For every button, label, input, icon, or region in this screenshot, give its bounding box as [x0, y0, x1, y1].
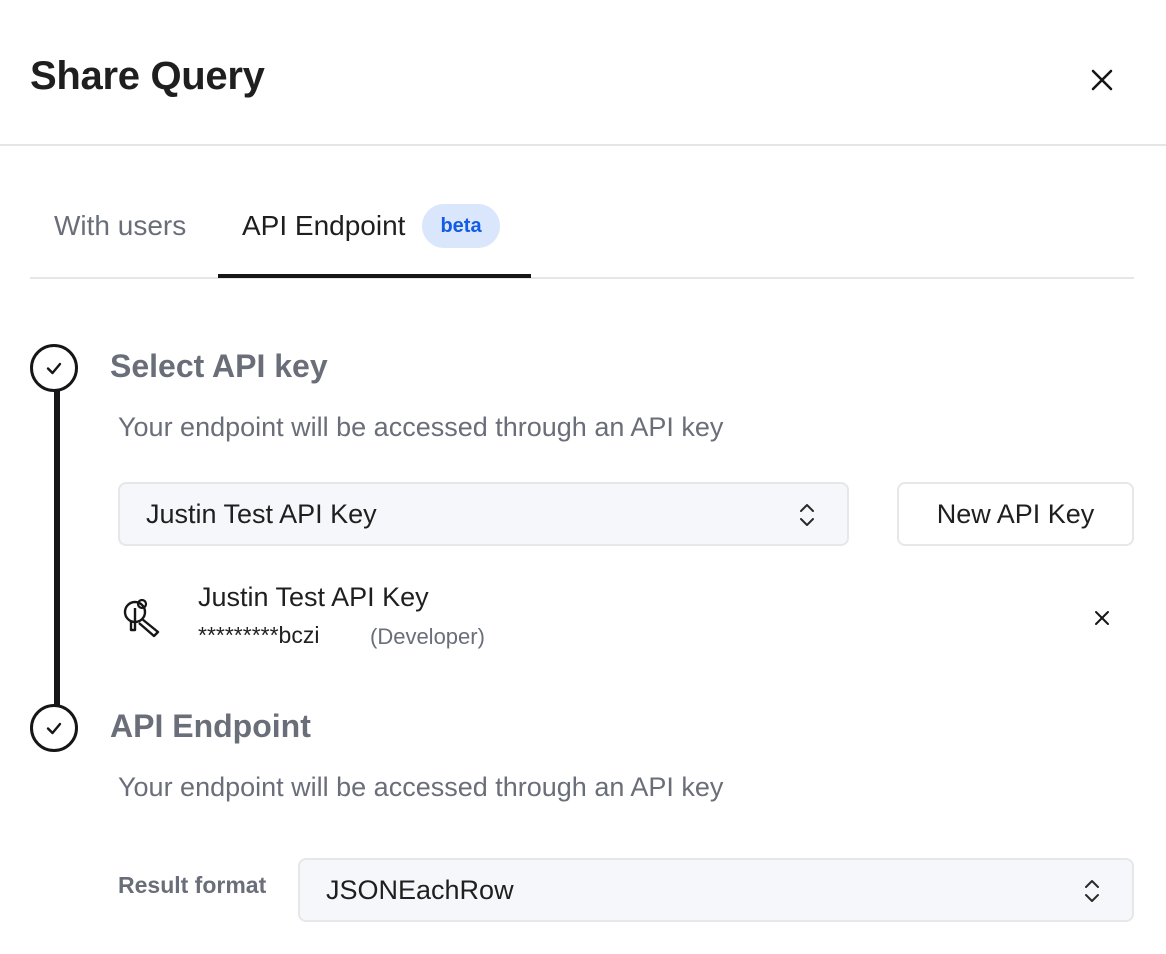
- tab-bar: With users API Endpoint beta: [30, 186, 1134, 279]
- remove-api-key-button[interactable]: [1090, 606, 1114, 630]
- dialog-title: Share Query: [30, 54, 265, 98]
- beta-badge: beta: [422, 204, 500, 248]
- close-icon: [1095, 611, 1109, 625]
- keys-icon: [123, 598, 160, 638]
- step-2-title: API Endpoint: [110, 708, 311, 744]
- close-icon: [1091, 69, 1113, 91]
- step-2-description: Your endpoint will be accessed through a…: [118, 772, 724, 802]
- api-key-role: (Developer): [370, 624, 485, 649]
- result-format-value: JSONEachRow: [326, 874, 514, 905]
- close-dialog-button[interactable]: [1086, 64, 1118, 96]
- dialog-header: Share Query: [0, 0, 1166, 146]
- tab-label: With users: [54, 210, 187, 241]
- step-1-description: Your endpoint will be accessed through a…: [118, 412, 724, 442]
- api-key-select-value: Justin Test API Key: [146, 498, 377, 529]
- check-icon: [46, 722, 62, 735]
- result-format-label: Result format: [118, 872, 267, 898]
- tab-api-endpoint[interactable]: API Endpoint beta: [218, 180, 531, 272]
- api-key-select[interactable]: Justin Test API Key: [118, 482, 849, 546]
- result-format-select[interactable]: JSONEachRow: [298, 858, 1134, 922]
- step-1-status: [30, 344, 78, 392]
- new-api-key-button[interactable]: New API Key: [897, 482, 1134, 546]
- chevron-up-down-icon: [800, 504, 814, 526]
- step-1-title: Select API key: [110, 348, 328, 384]
- api-key-masked: *********bczi: [198, 622, 320, 648]
- stepper-connector: [54, 388, 60, 708]
- tab-label: API Endpoint: [242, 210, 406, 241]
- api-key-name: Justin Test API Key: [198, 582, 429, 612]
- check-icon: [46, 362, 62, 375]
- chevron-up-down-icon: [1085, 880, 1099, 902]
- selected-api-key: Justin Test API Key *********bczi (Devel…: [118, 578, 1134, 658]
- tab-with-users[interactable]: With users: [54, 180, 186, 272]
- active-tab-indicator: [218, 274, 531, 278]
- step-2-status: [30, 704, 78, 752]
